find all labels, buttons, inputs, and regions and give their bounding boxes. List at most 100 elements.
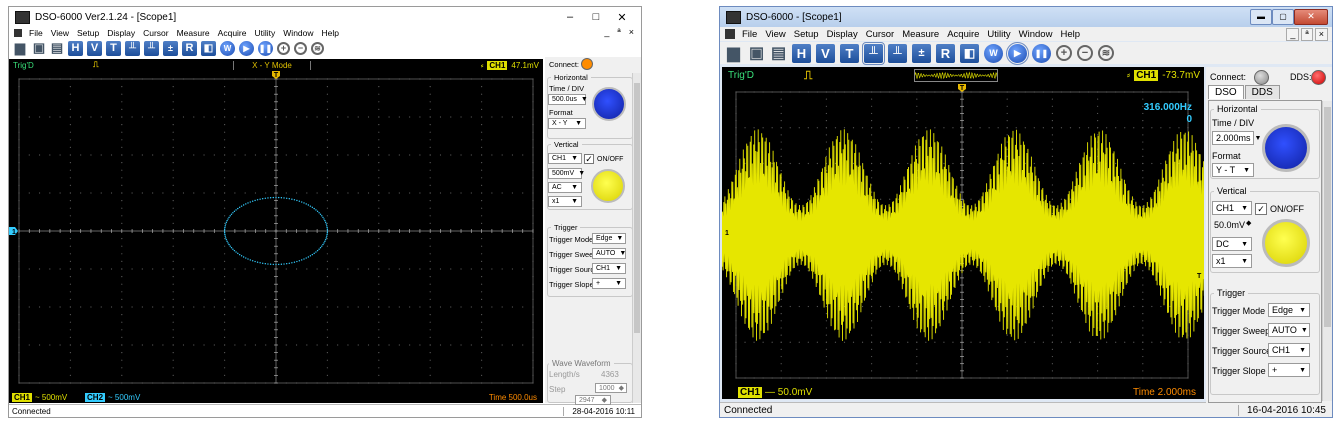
wave-step-input[interactable]: 1000 ◆ (595, 383, 627, 393)
menu-cursor[interactable]: Cursor (139, 28, 173, 38)
wave-position-input[interactable]: 2947 ◆ (575, 395, 611, 405)
menu-window[interactable]: Window (1015, 29, 1057, 40)
pulse-cursor-icon[interactable]: ╨ (888, 43, 907, 63)
coupling-select[interactable]: AC ▼ (548, 182, 582, 193)
vertical-v-button[interactable]: V (87, 40, 102, 56)
maximize-button[interactable]: ▢ (1272, 8, 1294, 25)
mdi-close-button[interactable]: × (1314, 28, 1328, 41)
math-icon[interactable]: ± (912, 43, 931, 63)
coupling-select[interactable]: DC ▼ (1212, 237, 1252, 251)
maximize-button[interactable]: □ (583, 11, 609, 23)
mdi-minimize-button[interactable]: _ (1286, 28, 1300, 41)
auto-set-icon[interactable]: W (984, 43, 1003, 63)
vertical-v-button[interactable]: V (816, 43, 835, 63)
horizontal-h-button[interactable]: H (792, 43, 811, 63)
time-div-select[interactable]: 500.0us ▼ (548, 94, 588, 105)
menu-window[interactable]: Window (279, 28, 317, 38)
menu-measure[interactable]: Measure (898, 29, 943, 40)
mdi-restore-button[interactable]: ª (1301, 28, 1313, 41)
trigger-mode-select[interactable]: Edge ▼ (1268, 303, 1310, 317)
trigger-slope-select[interactable]: + ▼ (1268, 363, 1310, 377)
minimize-button[interactable]: – (557, 11, 583, 23)
zoom-in-icon[interactable]: + (277, 41, 290, 55)
pulse-measure-icon[interactable]: ╨ (862, 41, 885, 65)
run-icon[interactable]: ▶ (1006, 41, 1029, 65)
menu-acquire[interactable]: Acquire (214, 28, 251, 38)
trigger-sweep-select[interactable]: AUTO ▼ (592, 248, 626, 259)
format-select[interactable]: Y - T ▼ (1212, 163, 1254, 177)
menu-measure[interactable]: Measure (173, 28, 214, 38)
print-icon[interactable]: ▤ (770, 44, 787, 63)
pulse-measure-icon[interactable]: ╨ (125, 40, 140, 56)
tab-dds[interactable]: DDS (1244, 85, 1280, 99)
menu-utility[interactable]: Utility (983, 29, 1014, 40)
time-div-knob[interactable] (592, 87, 626, 121)
zoom-out-icon[interactable]: − (1077, 45, 1093, 61)
menu-help[interactable]: Help (318, 28, 343, 38)
trigger-t-button[interactable]: T (840, 43, 859, 63)
reference-r-button[interactable]: R (936, 43, 955, 63)
scrollbar-thumb[interactable] (634, 83, 640, 333)
mdi-close-button[interactable]: × (626, 27, 637, 38)
minimize-button[interactable]: ▬ (1250, 8, 1272, 25)
menu-display[interactable]: Display (103, 28, 139, 38)
channel-select[interactable]: CH1 ▼ (548, 153, 582, 164)
probe-select[interactable]: x1 ▼ (1212, 254, 1252, 268)
auto-set-icon[interactable]: W (220, 40, 235, 56)
run-icon[interactable]: ▶ (239, 40, 254, 56)
mdi-restore-button[interactable]: ª (614, 27, 623, 38)
reference-r-button[interactable]: R (182, 40, 197, 56)
menu-acquire[interactable]: Acquire (943, 29, 983, 40)
menu-cursor[interactable]: Cursor (862, 29, 899, 40)
pause-icon[interactable]: ❚❚ (1032, 43, 1051, 63)
menu-setup[interactable]: Setup (73, 28, 103, 38)
menu-utility[interactable]: Utility (251, 28, 280, 38)
zoom-in-icon[interactable]: + (1056, 45, 1072, 61)
volts-div-knob[interactable] (1262, 219, 1310, 267)
menu-setup[interactable]: Setup (790, 29, 823, 40)
save-icon[interactable]: ▣ (32, 40, 46, 56)
menu-file[interactable]: File (25, 28, 47, 38)
channel-select[interactable]: CH1 ▼ (1212, 201, 1252, 215)
menu-view[interactable]: View (47, 28, 73, 38)
right-scope-screen[interactable]: T 1 T 316.000Hz 0 (722, 84, 1204, 386)
horizontal-h-button[interactable]: H (68, 40, 83, 56)
tab-dso[interactable]: DSO (1208, 85, 1244, 99)
pulse-cursor-icon[interactable]: ╨ (144, 40, 159, 56)
save-icon[interactable]: ▣ (748, 44, 765, 63)
volts-div-value[interactable]: 50.0mV (1214, 220, 1245, 230)
menu-display[interactable]: Display (823, 29, 862, 40)
close-button[interactable]: ✕ (609, 11, 635, 24)
time-div-knob[interactable] (1262, 124, 1310, 172)
zoom-window-icon[interactable]: ◧ (201, 40, 216, 56)
pause-icon[interactable]: ❚❚ (258, 40, 273, 56)
open-folder-icon[interactable]: ▆ (12, 40, 28, 56)
trigger-source-select[interactable]: CH1 ▼ (592, 263, 626, 274)
trigger-slope-select[interactable]: + ▼ (592, 278, 626, 289)
print-icon[interactable]: ▤ (50, 40, 64, 56)
trigger-t-button[interactable]: T (106, 40, 121, 56)
left-scope-screen[interactable]: T1 (9, 71, 543, 391)
volts-div-select[interactable]: 500mV ▼ (548, 168, 585, 179)
scrollbar-thumb[interactable] (1324, 107, 1331, 327)
panel-scrollbar[interactable] (632, 73, 641, 403)
settings-gear-icon[interactable]: ≋ (1098, 45, 1114, 61)
trigger-source-select[interactable]: CH1 ▼ (1268, 343, 1310, 357)
volts-spin-icon[interactable]: ◆ (1246, 219, 1251, 227)
volts-div-knob[interactable] (591, 169, 625, 203)
zoom-out-icon[interactable]: − (294, 41, 307, 55)
zoom-window-icon[interactable]: ◧ (960, 43, 979, 63)
onoff-checkbox[interactable]: ✓ ON/OFF (1255, 203, 1304, 215)
panel-scrollbar[interactable] (1322, 101, 1332, 401)
close-button[interactable]: ✕ (1294, 8, 1328, 25)
probe-select[interactable]: x1 ▼ (548, 196, 582, 207)
settings-gear-icon[interactable]: ≋ (311, 41, 324, 55)
menu-help[interactable]: Help (1056, 29, 1084, 40)
onoff-checkbox[interactable]: ✓ ON/OFF (584, 154, 623, 164)
trigger-mode-select[interactable]: Edge ▼ (592, 233, 626, 244)
menu-view[interactable]: View (761, 29, 789, 40)
open-folder-icon[interactable]: ▆ (724, 44, 743, 63)
format-select[interactable]: X - Y ▼ (548, 118, 586, 129)
menu-file[interactable]: File (738, 29, 761, 40)
mdi-minimize-button[interactable]: _ (601, 27, 612, 38)
